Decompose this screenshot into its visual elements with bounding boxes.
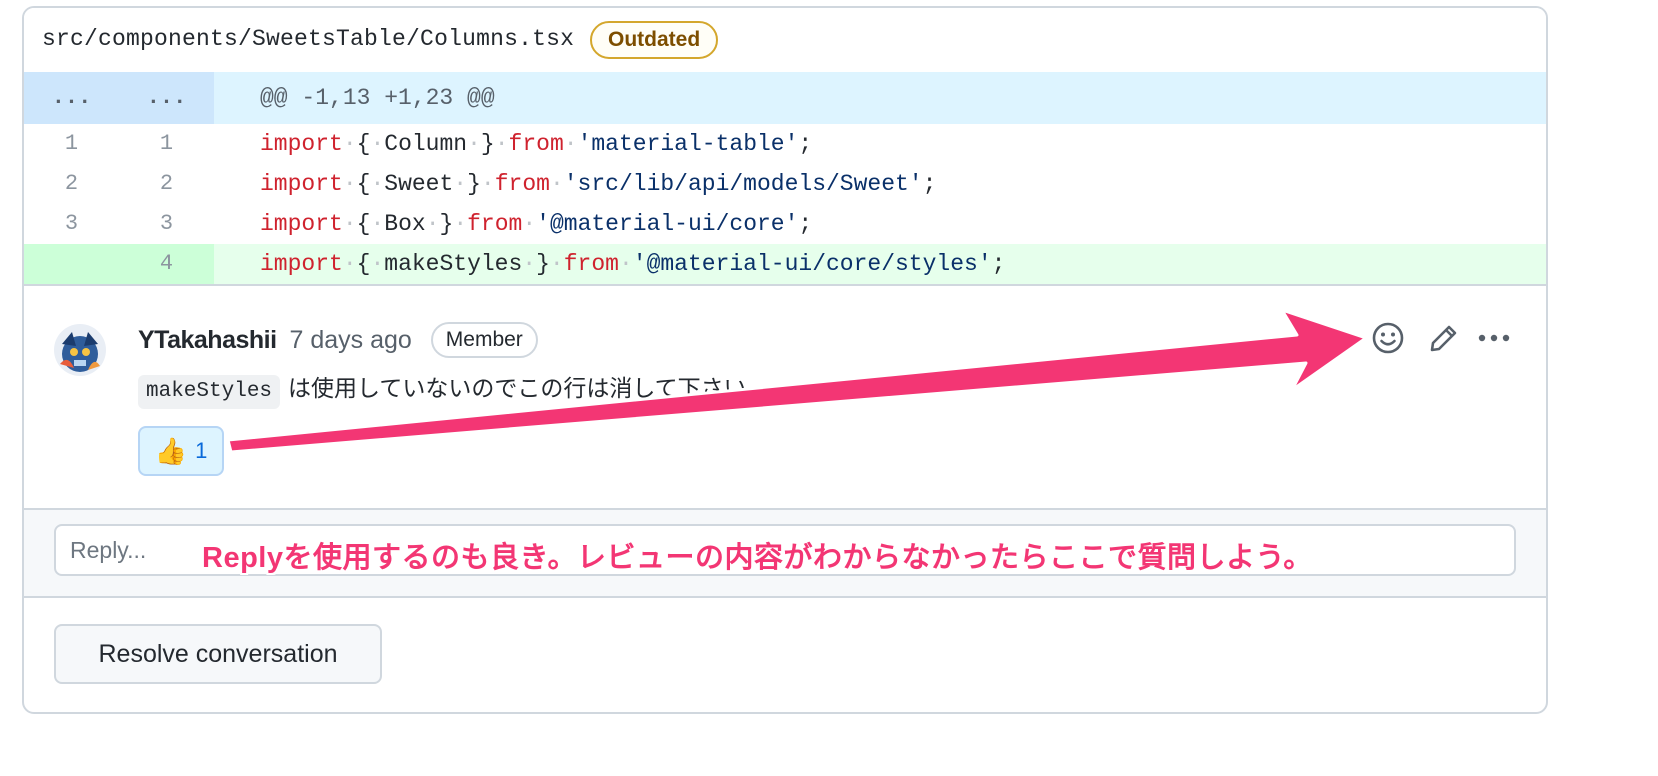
- code-token: ·: [425, 211, 440, 237]
- code-line: import·{·Box·}·from·'@material-ui/core';: [260, 204, 812, 244]
- code-line: import·{·makeStyles·}·from·'@material-ui…: [260, 244, 1005, 284]
- outdated-badge: Outdated: [590, 21, 719, 59]
- old-line-number[interactable]: [24, 244, 119, 284]
- comment-header: YTakahashii 7 days ago Member: [138, 320, 538, 360]
- code-token: '@material-ui/core': [536, 211, 799, 237]
- code-token: from: [467, 211, 523, 237]
- code-token: ·: [370, 211, 385, 237]
- hunk-header: @@ -1,13 +1,23 @@: [260, 85, 495, 111]
- code-token: import: [260, 171, 343, 197]
- code-token: Column: [384, 131, 468, 157]
- code-token: ·: [370, 131, 385, 157]
- code-token: ·: [494, 131, 509, 157]
- file-path[interactable]: src/components/SweetsTable/Columns.tsx: [42, 26, 574, 52]
- code-token: }: [439, 211, 454, 237]
- code-token: ·: [549, 251, 564, 277]
- code-token: 'material-table': [577, 131, 799, 157]
- inline-code: makeStyles: [138, 375, 281, 409]
- code-token: ·: [549, 171, 564, 197]
- new-line-number[interactable]: 1: [119, 124, 214, 164]
- resolve-conversation-button[interactable]: Resolve conversation: [54, 624, 382, 684]
- code-token: Box: [384, 211, 426, 237]
- code-token: ·: [342, 211, 357, 237]
- more-options-button[interactable]: [1472, 316, 1516, 360]
- code-token: ·: [467, 131, 481, 157]
- code-token: ·: [453, 171, 468, 197]
- code-token: {: [356, 171, 371, 197]
- diff-line: 1 1 import·{·Column·}·from·'material-table…: [24, 124, 1546, 164]
- thumbs-up-reaction-button[interactable]: 👍 1: [138, 426, 224, 476]
- timestamp[interactable]: 7 days ago: [290, 326, 412, 354]
- code-token: }: [480, 131, 495, 157]
- new-line-number[interactable]: 4: [119, 244, 214, 284]
- kebab-horizontal-icon: [1478, 334, 1510, 342]
- new-line-number[interactable]: 3: [119, 204, 214, 244]
- review-thread: src/components/SweetsTable/Columns.tsx O…: [22, 6, 1548, 714]
- role-badge: Member: [430, 322, 538, 358]
- comment: YTakahashii 7 days ago Member makeStyles…: [24, 284, 1546, 510]
- code-token: import: [260, 131, 343, 157]
- code-token: makeStyles: [384, 251, 523, 277]
- old-line-number[interactable]: 3: [24, 204, 119, 244]
- old-line-number[interactable]: 2: [24, 164, 119, 204]
- code-token: ·: [453, 211, 468, 237]
- code-token: ·: [342, 131, 357, 157]
- code-line: import·{·Sweet·}·from·'src/lib/api/model…: [260, 164, 936, 204]
- code-token: ·: [522, 211, 537, 237]
- old-line-number[interactable]: 1: [24, 124, 119, 164]
- code-token: }: [536, 251, 550, 277]
- code-token: ·: [342, 171, 357, 197]
- code-token: ·: [522, 251, 537, 277]
- code-token: ;: [798, 131, 813, 157]
- comment-text: は使用していないのでこの行は消して下さい: [288, 375, 747, 401]
- code-token: ·: [342, 251, 357, 277]
- code-token: {: [356, 251, 371, 277]
- code-token: from: [494, 171, 550, 197]
- diff-line: 3 3 import·{·Box·}·from·'@material-ui/core…: [24, 204, 1546, 244]
- code-token: {: [356, 131, 371, 157]
- diff-line: 2 2 import·{·Sweet·}·from·'src/lib/api/mod…: [24, 164, 1546, 204]
- diff-table: ... ... @@ -1,13 +1,23 @@ 1 1 import·{·Col…: [24, 72, 1546, 284]
- thumbs-up-icon: 👍: [154, 436, 188, 466]
- code-token: ·: [618, 251, 633, 277]
- code-token: import: [260, 211, 343, 237]
- code-token: 'src/lib/api/models/Sweet': [563, 171, 923, 197]
- code-token: ·: [370, 171, 385, 197]
- code-token: from: [508, 131, 564, 157]
- code-token: {: [356, 211, 371, 237]
- annotation-text: Replyを使用するのも良き。レビューの内容がわからなかったらここで質問しよう。: [202, 542, 1313, 574]
- new-line-number[interactable]: 2: [119, 164, 214, 204]
- code-line: import·{·Column·}·from·'material-table';: [260, 124, 812, 164]
- comment-body: makeStyles は使用していないのでこの行は消して下さい: [138, 370, 747, 409]
- code-token: import: [260, 251, 343, 277]
- add-reaction-button[interactable]: [1366, 316, 1410, 360]
- file-header: src/components/SweetsTable/Columns.tsx O…: [24, 8, 1546, 74]
- code-token: ·: [563, 131, 578, 157]
- code-token: }: [467, 171, 481, 197]
- code-token: Sweet: [384, 171, 454, 197]
- reaction-count: 1: [195, 438, 208, 463]
- code-token: '@material-ui/core/styles': [632, 251, 992, 277]
- code-token: ;: [991, 251, 1006, 277]
- hunk-header-row: ... ... @@ -1,13 +1,23 @@: [24, 72, 1546, 124]
- author-name[interactable]: YTakahashii: [138, 326, 277, 354]
- avatar[interactable]: [54, 324, 106, 376]
- code-token: ;: [922, 171, 937, 197]
- code-token: ·: [370, 251, 385, 277]
- pencil-icon: [1430, 325, 1457, 352]
- diff-line-added: 4 import·{·makeStyles·}·from·'@material-u…: [24, 244, 1546, 284]
- smiley-icon: [1372, 322, 1404, 354]
- edit-comment-button[interactable]: [1422, 316, 1466, 360]
- expand-up-button[interactable]: ...: [24, 72, 119, 124]
- expand-down-button[interactable]: ...: [119, 72, 214, 124]
- code-token: ·: [480, 171, 495, 197]
- code-token: from: [563, 251, 619, 277]
- code-token: ;: [798, 211, 813, 237]
